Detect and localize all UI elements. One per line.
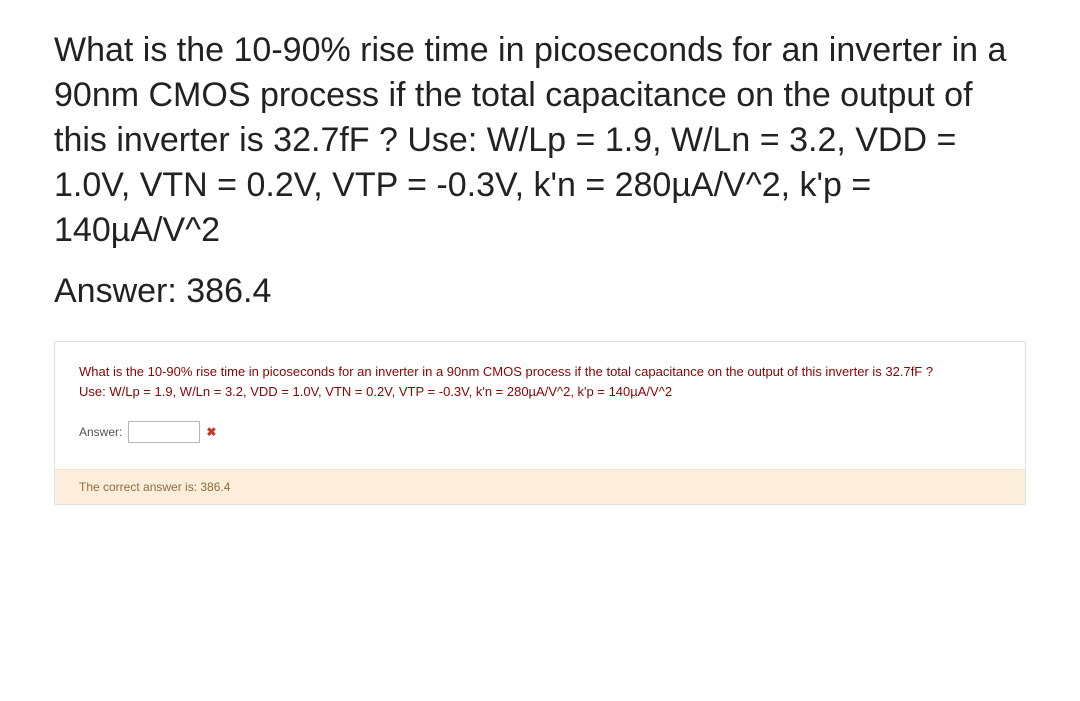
page-container: What is the 10-90% rise time in picoseco… — [0, 0, 1080, 525]
answer-label: Answer: — [79, 425, 122, 439]
quiz-body: What is the 10-90% rise time in picoseco… — [55, 342, 1025, 469]
feedback-bar: The correct answer is: 386.4 — [55, 469, 1025, 504]
answer-heading: Answer: 386.4 — [54, 272, 1026, 311]
quiz-question-line2: Use: W/Lp = 1.9, W/Ln = 3.2, VDD = 1.0V,… — [79, 382, 1001, 402]
incorrect-icon: ✖ — [206, 426, 216, 438]
answer-row: Answer: ✖ — [79, 421, 1001, 443]
quiz-question-line1: What is the 10-90% rise time in picoseco… — [79, 364, 933, 379]
question-text: What is the 10-90% rise time in picoseco… — [54, 28, 1026, 252]
answer-input[interactable] — [128, 421, 200, 443]
quiz-question: What is the 10-90% rise time in picoseco… — [79, 362, 1001, 401]
quiz-box: What is the 10-90% rise time in picoseco… — [54, 341, 1026, 505]
